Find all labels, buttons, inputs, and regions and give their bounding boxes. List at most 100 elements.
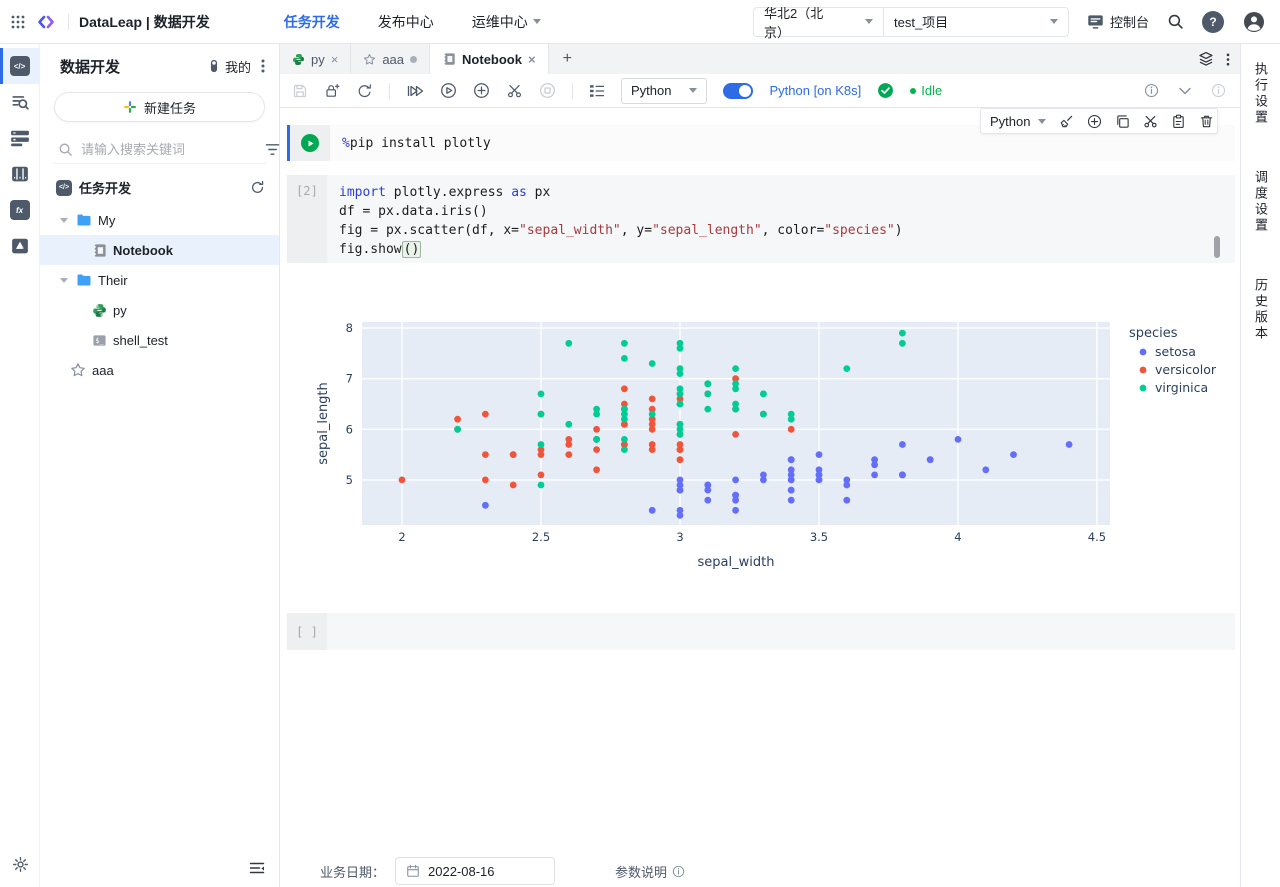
kernel-select[interactable]: Python	[621, 77, 708, 104]
folder-icon	[76, 212, 92, 228]
python-icon	[92, 303, 107, 318]
tab-aaa[interactable]: aaa	[351, 44, 431, 74]
new-task-button[interactable]: 新建任务	[54, 92, 265, 122]
mine-toggle-icon	[207, 58, 221, 74]
main-area: py × aaa Notebook × + Python Python [on …	[280, 44, 1240, 887]
exec-settings-tab[interactable]: 执行设置	[1251, 62, 1270, 126]
chevron-down-icon[interactable]	[1179, 87, 1191, 95]
svg-text:3.5: 3.5	[810, 530, 828, 544]
svg-text:sepal_width: sepal_width	[698, 555, 775, 570]
region-select-value: 华北2（北京）	[763, 5, 824, 40]
clear-output-broom-icon[interactable]	[1059, 114, 1074, 129]
chevron-down-icon	[1038, 118, 1047, 124]
params-help-label: 参数说明	[615, 864, 668, 880]
tree-item-py[interactable]: py	[52, 295, 267, 325]
app-grid-icon[interactable]	[10, 14, 26, 30]
run-cell-button[interactable]	[301, 134, 319, 152]
lock-add-icon[interactable]	[324, 83, 340, 99]
tree-folder-my[interactable]: My	[52, 205, 267, 235]
nav-task-dev[interactable]: 任务开发	[284, 12, 340, 32]
header-divider	[68, 13, 69, 30]
run-cell-icon[interactable]	[440, 82, 457, 99]
plotly-output: 2 2.5 3 3.5 4 4.5 5 6 7 8 sepal_width sepal_length s…	[300, 304, 1240, 584]
search-input[interactable]	[81, 142, 257, 157]
add-cell-icon[interactable]	[473, 82, 490, 99]
rail-item-task-list[interactable]	[0, 120, 39, 156]
kebab-menu-icon[interactable]	[261, 58, 265, 74]
console-icon	[1087, 14, 1104, 29]
close-icon[interactable]: ×	[331, 53, 339, 66]
paste-cell-icon[interactable]	[1171, 114, 1186, 129]
svg-text:5: 5	[346, 473, 353, 487]
cell-kernel-select[interactable]: Python	[990, 114, 1047, 129]
panel-title: 数据开发	[60, 58, 121, 76]
delete-cell-icon[interactable]	[1199, 114, 1214, 129]
collapse-panel-icon[interactable]	[249, 861, 265, 875]
avatar[interactable]	[1242, 10, 1266, 34]
console-button[interactable]: 控制台	[1087, 12, 1149, 31]
scrollbar-thumb[interactable]	[1214, 236, 1220, 258]
tree-item-notebook[interactable]: Notebook	[40, 235, 279, 265]
project-select[interactable]: test_项目	[884, 8, 1068, 36]
mine-filter-toggle[interactable]: 我的	[207, 57, 251, 76]
tree-folder-their[interactable]: Their	[52, 265, 267, 295]
code-line: fig.show()	[339, 241, 422, 258]
params-help[interactable]: 参数说明	[615, 862, 685, 881]
history-versions-tab[interactable]: 历史版本	[1251, 278, 1270, 342]
kebab-menu-icon[interactable]	[1226, 52, 1230, 67]
submit-icon[interactable]	[356, 83, 373, 99]
nav-ops-center[interactable]: 运维中心	[472, 12, 541, 32]
rail-item-explore[interactable]	[0, 84, 39, 120]
iris-scatter-svg[interactable]: 2 2.5 3 3.5 4 4.5 5 6 7 8 sepal_width sepal_length s…	[300, 304, 1240, 584]
rail-item-data-dev[interactable]: </>	[0, 48, 39, 84]
section-task-dev: </> 任务开发	[52, 172, 267, 203]
empty-cell[interactable]: [ ]	[287, 613, 1235, 650]
outline-icon[interactable]	[589, 84, 605, 98]
run-all-icon[interactable]	[406, 84, 424, 98]
rail-item-datasail[interactable]	[0, 228, 39, 264]
calendar-icon	[406, 864, 420, 878]
cut-cell-icon[interactable]	[1143, 114, 1158, 129]
new-tab-button[interactable]: +	[549, 44, 586, 74]
help-icon[interactable]: ?	[1202, 10, 1224, 33]
info-icon[interactable]	[1144, 83, 1159, 98]
runtime-toggle[interactable]	[723, 82, 754, 99]
refresh-icon[interactable]	[250, 180, 265, 195]
region-project-selects: 华北2（北京） test_项目	[752, 6, 1069, 40]
tree-item-shell-test[interactable]: $_ shell_test	[52, 325, 267, 355]
business-date-value: 2022-08-16	[428, 863, 495, 879]
list-icon	[10, 129, 30, 147]
nav-publish-center[interactable]: 发布中心	[378, 12, 434, 32]
tab-label: Notebook	[462, 51, 522, 67]
svg-text:$_: $_	[95, 336, 104, 345]
copy-cell-icon[interactable]	[1115, 114, 1130, 129]
svg-text:4.5: 4.5	[1088, 530, 1106, 544]
tab-label: py	[311, 51, 325, 67]
search-icon[interactable]	[1167, 13, 1184, 30]
close-icon[interactable]: ×	[528, 53, 536, 66]
region-select[interactable]: 华北2（北京）	[754, 6, 884, 40]
code-editor[interactable]: import plotly.express as px df = px.data.…	[327, 175, 1235, 263]
tab-py[interactable]: py ×	[280, 44, 352, 74]
tree-label: shell_test	[113, 332, 168, 348]
code-editor[interactable]	[327, 613, 1235, 650]
new-task-label: 新建任务	[143, 100, 196, 116]
settings-gear-icon[interactable]	[0, 849, 40, 879]
tab-notebook[interactable]: Notebook ×	[430, 44, 549, 74]
tree-item-aaa[interactable]: aaa	[52, 355, 267, 385]
schedule-settings-tab[interactable]: 调度设置	[1251, 170, 1270, 234]
layers-icon[interactable]	[1198, 51, 1214, 67]
rail-item-functions[interactable]: fx	[0, 192, 39, 228]
business-date-input[interactable]: 2022-08-16	[395, 857, 556, 885]
rail-item-resources[interactable]	[0, 156, 39, 192]
parameter-bar: 业务日期： 2022-08-16 参数说明	[280, 855, 1240, 887]
fx-icon: fx	[9, 200, 30, 220]
colorful-plus-icon	[123, 100, 137, 114]
sidebar-panel: 数据开发 我的 新建任务 </> 任务开发	[40, 44, 280, 887]
filter-icon[interactable]	[265, 143, 280, 156]
code-cell-2[interactable]: [2] import plotly.express as px df = px.d…	[287, 175, 1235, 263]
right-settings-bar: 执行设置 调度设置 历史版本	[1240, 44, 1280, 887]
code-line: import plotly.express as px	[339, 185, 551, 200]
add-cell-icon[interactable]	[1087, 114, 1102, 129]
cut-cell-icon[interactable]	[506, 83, 523, 99]
